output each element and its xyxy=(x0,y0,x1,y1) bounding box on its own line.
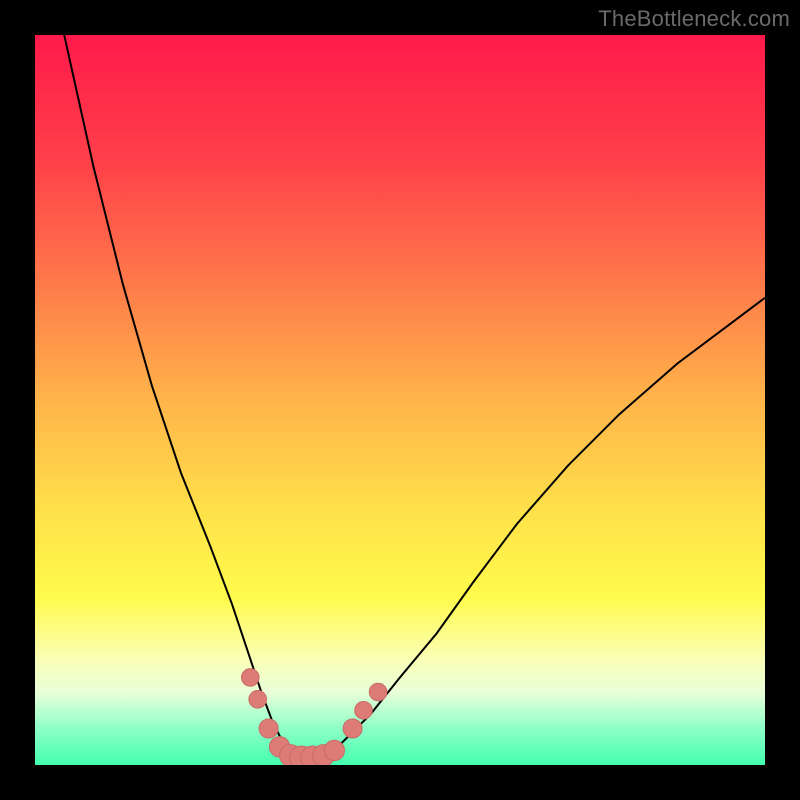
watermark-text: TheBottleneck.com xyxy=(598,6,790,32)
plot-area xyxy=(35,35,765,765)
chart-frame: TheBottleneck.com xyxy=(0,0,800,800)
